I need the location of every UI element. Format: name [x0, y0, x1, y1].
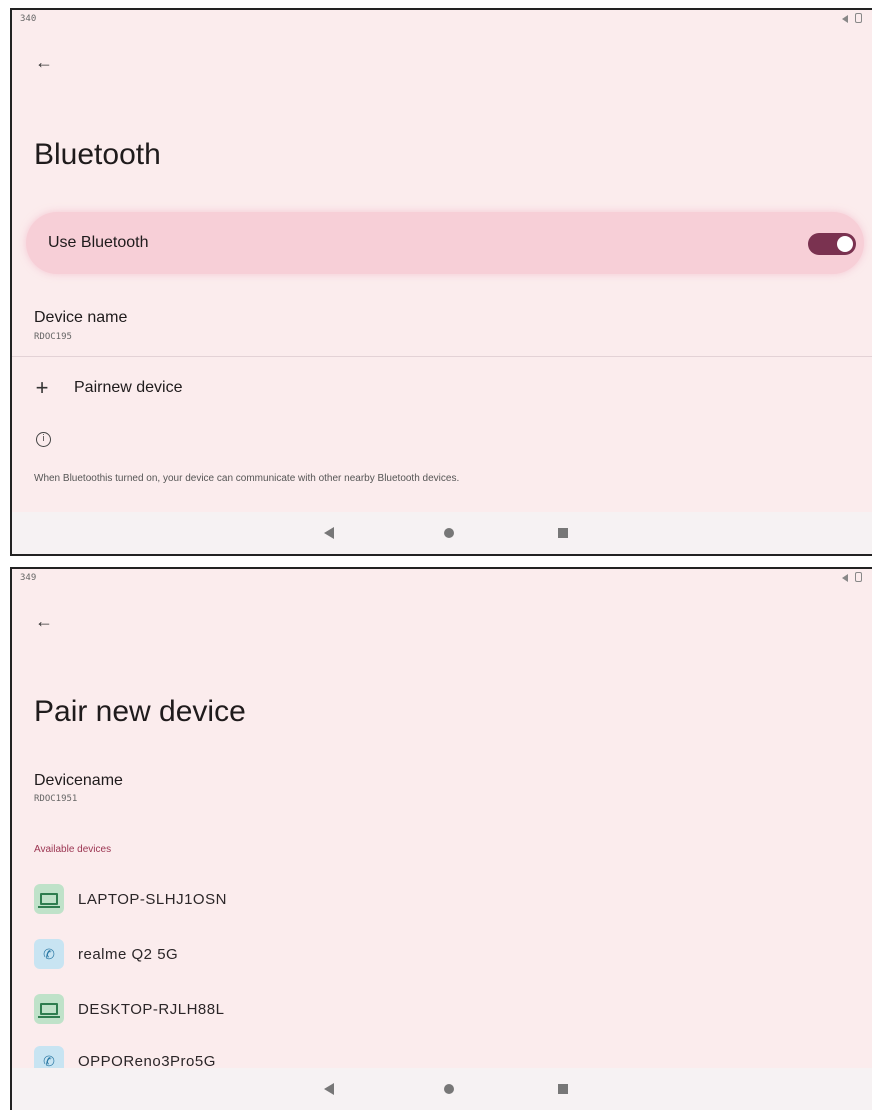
device-name-value: RDOC1951 [34, 794, 78, 804]
nav-back-icon[interactable] [324, 527, 334, 539]
device-name: OPPOReno3Pro5G [78, 1052, 216, 1070]
nav-recent-icon[interactable] [558, 528, 568, 538]
toggle-knob [837, 236, 853, 252]
use-bluetooth-label: Use Bluetooth [48, 234, 149, 251]
nav-home-icon[interactable] [444, 1084, 454, 1094]
device-name: LAPTOP-SLHJ1OSN [78, 890, 227, 908]
device-name-value: RDOC195 [34, 332, 72, 342]
status-bar: 349 [12, 569, 872, 589]
device-name: realme Q2 5G [78, 945, 179, 963]
phone-icon: ✆ [34, 939, 64, 969]
device-name: DESKTOP-RJLH88L [78, 1000, 225, 1018]
device-row-laptop-slhj1osn[interactable]: LAPTOP-SLHJ1OSN [34, 879, 227, 919]
bluetooth-toggle[interactable] [808, 233, 856, 255]
status-time: 340 [20, 14, 37, 24]
pair-new-device-row[interactable]: + Pairnew device [32, 370, 183, 406]
available-devices-header: Available devices [34, 844, 112, 855]
info-icon: i [36, 432, 51, 447]
signal-icon [842, 14, 848, 23]
page-title: Bluetooth [34, 138, 161, 171]
divider [12, 356, 872, 357]
back-arrow-icon[interactable]: ← [32, 50, 56, 74]
device-row-realme-q2[interactable]: ✆ realme Q2 5G [34, 934, 178, 974]
pair-new-device-label: Pairnew device [74, 379, 183, 396]
nav-recent-icon[interactable] [558, 1084, 568, 1094]
battery-icon [855, 13, 862, 23]
plus-icon: + [35, 375, 49, 400]
device-row-desktop-rjlh88l[interactable]: DESKTOP-RJLH88L [34, 989, 224, 1029]
status-time: 349 [20, 573, 37, 583]
laptop-icon [34, 994, 64, 1024]
info-text: When Bluetoothis turned on, your device … [34, 473, 460, 484]
nav-back-icon[interactable] [324, 1083, 334, 1095]
device-name-label[interactable]: Devicename [34, 772, 123, 790]
page-title: Pair new device [34, 695, 246, 728]
back-arrow-icon[interactable]: ← [32, 609, 56, 633]
signal-icon [842, 573, 848, 582]
status-bar: 340 [12, 10, 872, 30]
navigation-bar [12, 1068, 872, 1110]
nav-home-icon[interactable] [444, 528, 454, 538]
laptop-icon [34, 884, 64, 914]
status-icons [842, 13, 862, 23]
battery-icon [855, 572, 862, 582]
pair-new-device-screen: 349 ← Pair new device Devicename RDOC195… [10, 567, 872, 1110]
bluetooth-settings-screen: 340 ← Bluetooth Use Bluetooth Device nam… [10, 8, 872, 556]
navigation-bar [12, 512, 872, 554]
device-name-label[interactable]: Device name [34, 309, 127, 327]
use-bluetooth-row[interactable]: Use Bluetooth [26, 212, 864, 274]
status-icons [842, 572, 862, 582]
